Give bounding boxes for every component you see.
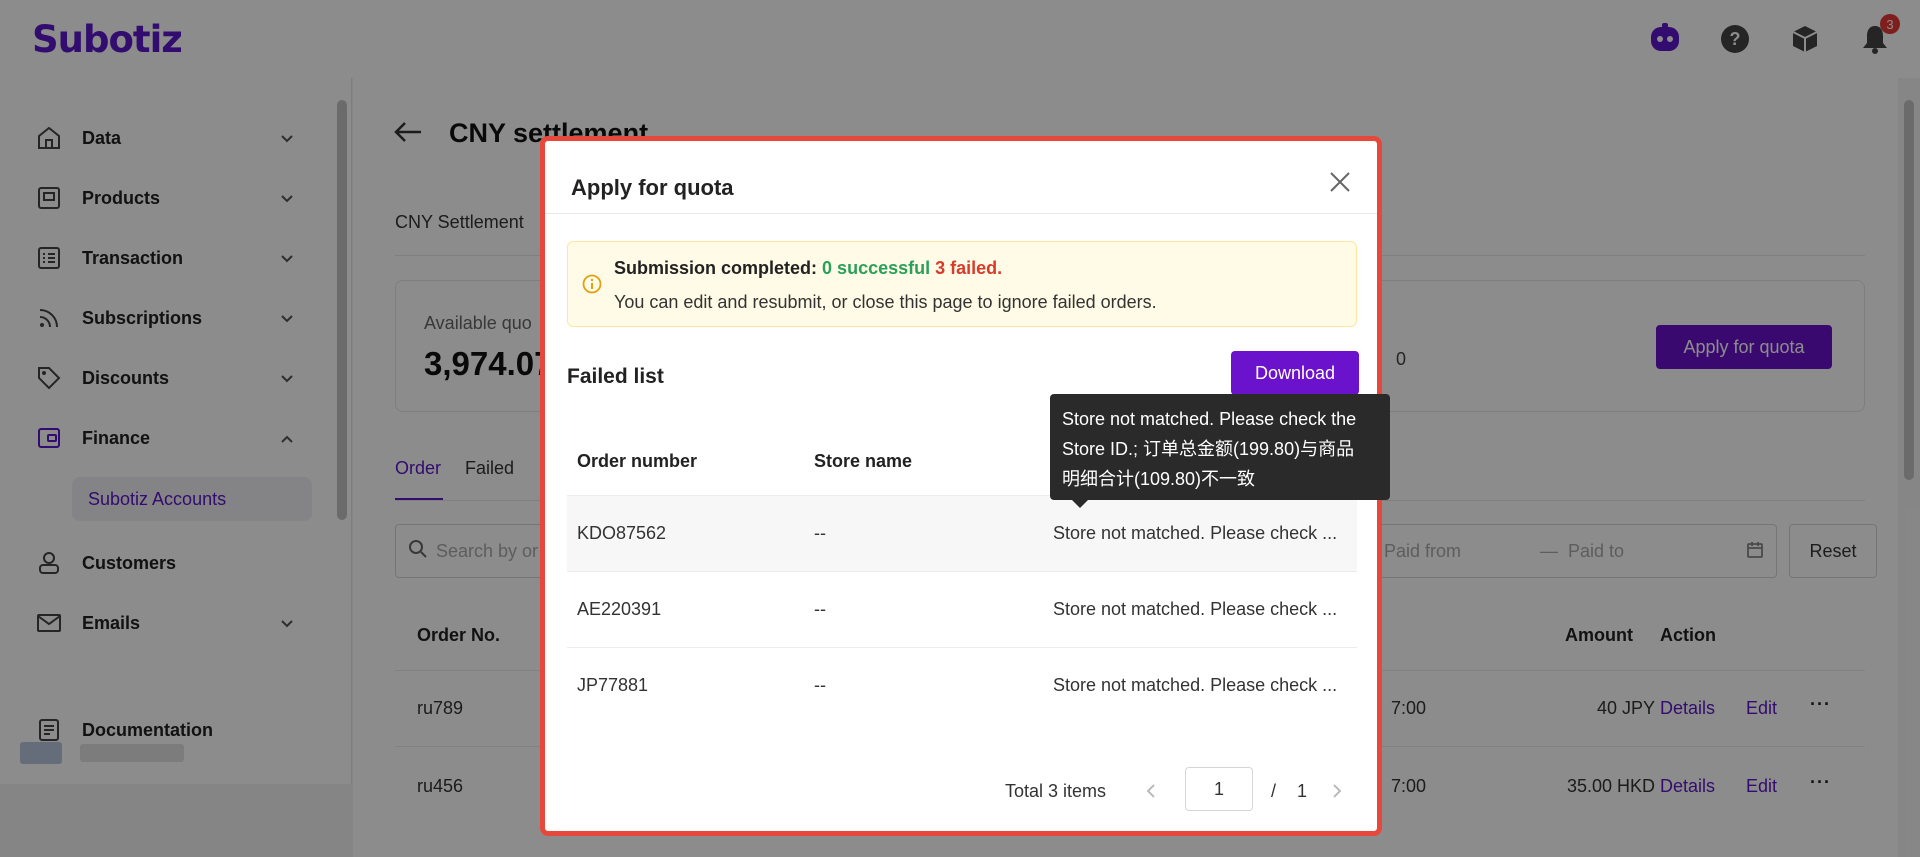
success-count: 0 successful bbox=[822, 258, 931, 278]
tooltip-line: 明细合计(109.80)不一致 bbox=[1062, 469, 1256, 489]
cell-order-number: KDO87562 bbox=[577, 523, 667, 543]
table-row: KDO87562 -- Store not matched. Please ch… bbox=[567, 496, 1357, 571]
pager-total: Total 3 items bbox=[1005, 781, 1107, 801]
pager-separator: / bbox=[1271, 781, 1277, 801]
failed-list-title: Failed list bbox=[567, 365, 664, 388]
page-input[interactable]: 1 bbox=[1185, 767, 1253, 811]
chevron-left-icon[interactable] bbox=[1145, 783, 1157, 804]
alert-detail: You can edit and resubmit, or close this… bbox=[614, 292, 1157, 312]
alert-prefix: Submission completed: bbox=[614, 258, 818, 278]
cell-store-name: -- bbox=[814, 523, 826, 543]
column-header-store-name: Store name bbox=[814, 451, 913, 471]
tooltip-line: Store not matched. Please check the bbox=[1062, 409, 1357, 429]
divider bbox=[545, 213, 1377, 214]
cell-fail-reason[interactable]: Store not matched. Please check ... bbox=[1053, 523, 1337, 544]
cell-order-number: AE220391 bbox=[577, 599, 662, 619]
info-icon bbox=[582, 274, 602, 299]
failed-count: 3 failed. bbox=[935, 258, 1003, 278]
column-header-order-number: Order number bbox=[577, 451, 698, 471]
tooltip-arrow bbox=[1072, 500, 1088, 508]
cell-fail-reason[interactable]: Store not matched. Please check ... bbox=[1053, 675, 1337, 696]
dialog-title: Apply for quota bbox=[571, 175, 734, 200]
table-row: AE220391 -- Store not matched. Please ch… bbox=[567, 572, 1357, 647]
cell-order-number: JP77881 bbox=[577, 675, 649, 695]
alert-summary: Submission completed: 0 successful 3 fai… bbox=[614, 258, 1002, 279]
cell-store-name: -- bbox=[814, 675, 826, 695]
close-icon[interactable] bbox=[1325, 167, 1355, 197]
submission-alert: Submission completed: 0 successful 3 fai… bbox=[567, 241, 1357, 327]
table-row: JP77881 -- Store not matched. Please che… bbox=[567, 648, 1357, 723]
tooltip-line: Store ID.; 订单总金额(199.80)与商品 bbox=[1062, 439, 1355, 459]
pager-total-pages: 1 bbox=[1297, 781, 1308, 801]
cell-fail-reason[interactable]: Store not matched. Please check ... bbox=[1053, 599, 1337, 620]
fail-reason-tooltip: Store not matched. Please check the Stor… bbox=[1050, 394, 1390, 500]
chevron-right-icon[interactable] bbox=[1331, 783, 1343, 804]
download-button[interactable]: Download bbox=[1231, 351, 1359, 395]
cell-store-name: -- bbox=[814, 599, 826, 619]
